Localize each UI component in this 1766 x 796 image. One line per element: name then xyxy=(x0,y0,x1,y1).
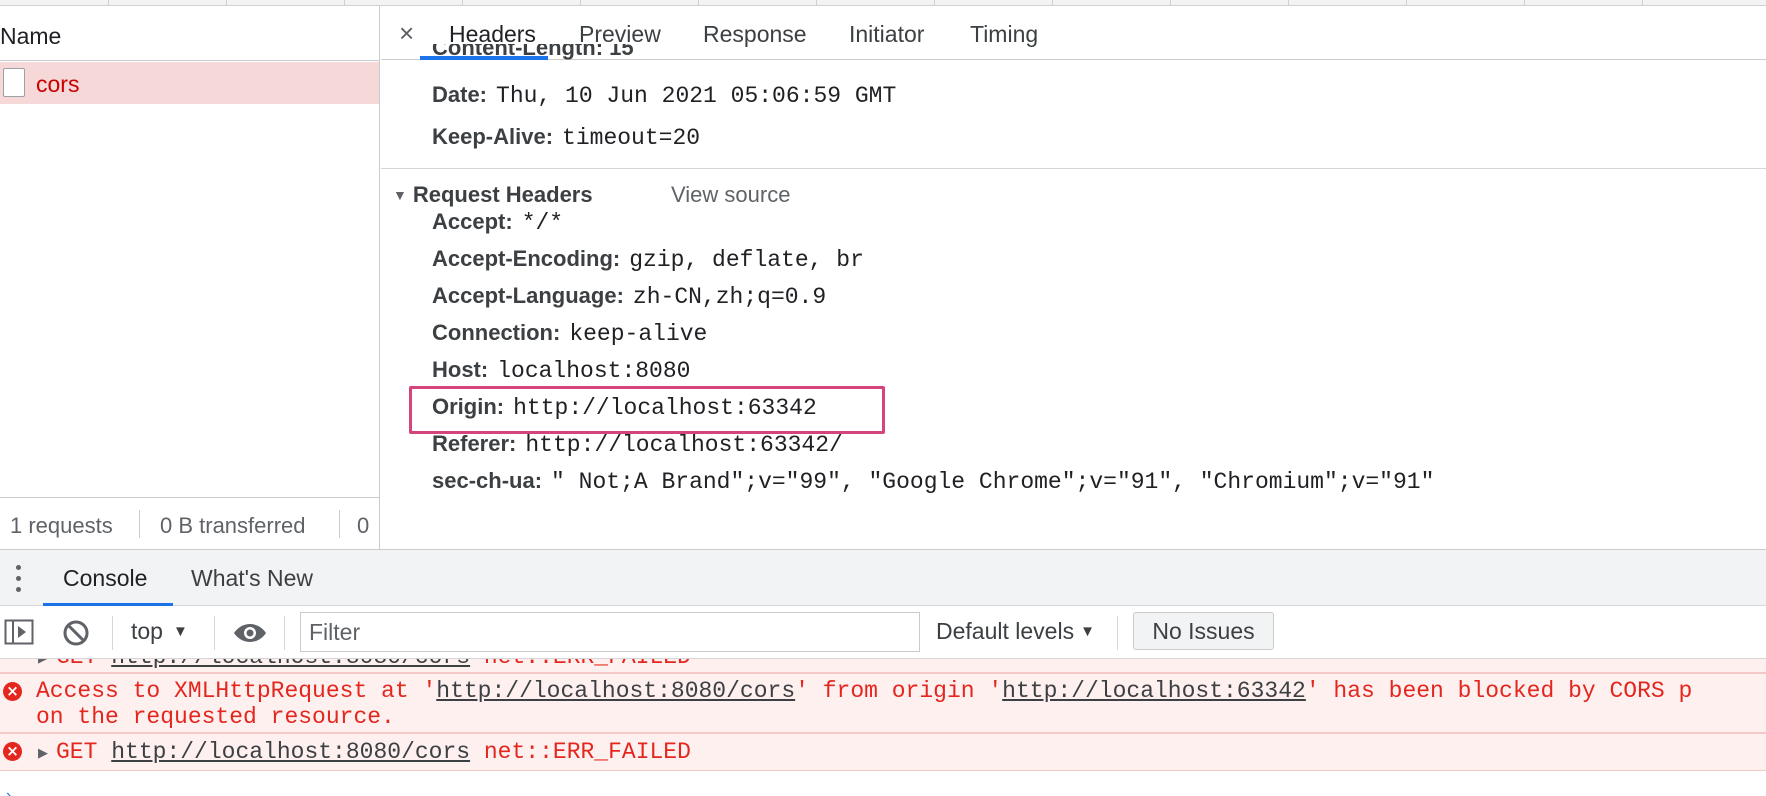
console-prompt-icon[interactable]: › xyxy=(6,787,11,796)
console-error-message: ▶ GET http://localhost:8080/cors net::ER… xyxy=(0,659,1766,673)
request-url-link[interactable]: http://localhost:8080/cors xyxy=(111,659,470,670)
tab-response[interactable]: Response xyxy=(703,21,807,48)
name-column-header[interactable]: Name xyxy=(0,6,379,61)
caret-down-icon: ▼ xyxy=(1080,623,1095,640)
transferred-size: 0 B transferred xyxy=(160,513,306,538)
request-header-row: Accept-Language: zh-CN,zh;q=0.9 xyxy=(432,283,826,310)
more-options-icon[interactable] xyxy=(16,565,22,593)
request-header-row: sec-ch-ua: " Not;A Brand";v="99", "Google… xyxy=(432,468,1434,495)
view-source-link[interactable]: View source xyxy=(671,182,790,208)
request-header-row: Connection: keep-alive xyxy=(432,320,707,347)
header-key: Keep-Alive: xyxy=(432,124,554,149)
request-url-link[interactable]: http://localhost:8080/cors xyxy=(111,739,470,765)
request-list: Name cors 1 requests 0 B transferred 0 xyxy=(0,6,380,549)
resources-size: 0 xyxy=(357,513,370,538)
sidebar-toggle-icon[interactable] xyxy=(4,619,34,645)
expand-triangle-icon[interactable]: ▶ xyxy=(38,659,48,666)
levels-label: Default levels xyxy=(936,618,1075,644)
header-key: Accept: xyxy=(432,209,513,234)
message-text: Access to XMLHttpRequest at 'http://loca… xyxy=(36,678,1693,704)
message-text: GET http://localhost:8080/cors net::ERR_… xyxy=(56,659,691,670)
filter-input[interactable] xyxy=(300,612,920,652)
tab-initiator[interactable]: Initiator xyxy=(849,21,924,48)
response-header-row: Date: Thu, 10 Jun 2021 05:06:59 GMT xyxy=(432,82,896,109)
request-headers-section-toggle[interactable]: ▼ Request Headers xyxy=(393,182,593,208)
clear-console-icon[interactable] xyxy=(62,619,90,647)
message-text-line-2: on the requested resource. xyxy=(36,704,395,730)
requests-count: 1 requests xyxy=(10,513,113,538)
drawer-tab-bar: Console What's New xyxy=(0,549,1766,606)
request-url-link[interactable]: http://localhost:8080/cors xyxy=(436,678,795,704)
context-label: top xyxy=(131,618,163,644)
header-key: Date: xyxy=(432,82,488,107)
section-divider xyxy=(381,168,1766,169)
request-details-panel: × Headers Preview Response Initiator Tim… xyxy=(381,6,1766,549)
request-header-row: Accept-Encoding: gzip, deflate, br xyxy=(432,246,864,273)
origin-url-link[interactable]: http://localhost:63342 xyxy=(1002,678,1306,704)
tab-console[interactable]: Console xyxy=(63,565,147,592)
header-value: zh-CN,zh;q=0.9 xyxy=(632,284,827,310)
error-icon: × xyxy=(3,682,22,701)
name-column-label: Name xyxy=(0,23,62,49)
request-row-cors[interactable]: cors xyxy=(0,62,379,104)
header-value: http://localhost:63342/ xyxy=(525,432,843,458)
request-name: cors xyxy=(36,71,80,97)
issues-button[interactable]: No Issues xyxy=(1133,612,1274,650)
collapse-triangle-icon: ▼ xyxy=(393,187,407,203)
request-header-row: Host: localhost:8080 xyxy=(432,357,690,384)
tab-whats-new[interactable]: What's New xyxy=(191,565,313,592)
header-value: timeout=20 xyxy=(562,125,701,151)
expand-triangle-icon[interactable]: ▶ xyxy=(38,745,48,761)
header-value: gzip, deflate, br xyxy=(629,247,864,273)
header-key: Accept-Encoding: xyxy=(432,246,621,271)
console-error-message: × ▶ GET http://localhost:8080/cors net::… xyxy=(0,733,1766,771)
header-value: " Not;A Brand";v="99", "Google Chrome";v… xyxy=(551,469,1435,495)
context-selector[interactable]: top ▼ xyxy=(131,618,188,645)
header-value: Thu, 10 Jun 2021 05:06:59 GMT xyxy=(496,83,897,109)
tab-timing[interactable]: Timing xyxy=(970,21,1038,48)
close-icon[interactable]: × xyxy=(399,18,414,49)
eye-icon[interactable] xyxy=(232,622,268,644)
response-header-row: Keep-Alive: timeout=20 xyxy=(432,124,700,151)
request-header-row: Accept: */* xyxy=(432,209,563,236)
error-icon: × xyxy=(3,742,22,761)
document-icon xyxy=(3,68,25,97)
section-title: Request Headers xyxy=(412,182,593,207)
header-key: Host: xyxy=(432,357,489,382)
header-key: Referer: xyxy=(432,431,517,456)
header-value: keep-alive xyxy=(569,321,708,347)
log-levels-dropdown[interactable]: Default levels ▼ xyxy=(936,618,1095,645)
partial-header-row: Content-Length: 15 xyxy=(432,44,634,62)
partial-header-text: Content-Length: 15 xyxy=(432,44,634,60)
console-toolbar: top ▼ Default levels ▼ No Issues xyxy=(0,606,1766,659)
header-key: Connection: xyxy=(432,320,561,345)
request-header-row: Referer: http://localhost:63342/ xyxy=(432,431,843,458)
console-messages: ▶ GET http://localhost:8080/cors net::ER… xyxy=(0,659,1766,796)
network-status-bar: 1 requests 0 B transferred 0 xyxy=(0,497,379,549)
message-text: GET http://localhost:8080/cors net::ERR_… xyxy=(56,739,691,765)
header-value: */* xyxy=(521,210,564,236)
console-error-message-cors: × Access to XMLHttpRequest at 'http://lo… xyxy=(0,673,1766,733)
header-key: sec-ch-ua: xyxy=(432,468,543,493)
origin-highlight-box xyxy=(409,386,885,434)
caret-down-icon: ▼ xyxy=(172,623,188,640)
header-value: localhost:8080 xyxy=(497,358,691,384)
header-key: Accept-Language: xyxy=(432,283,624,308)
